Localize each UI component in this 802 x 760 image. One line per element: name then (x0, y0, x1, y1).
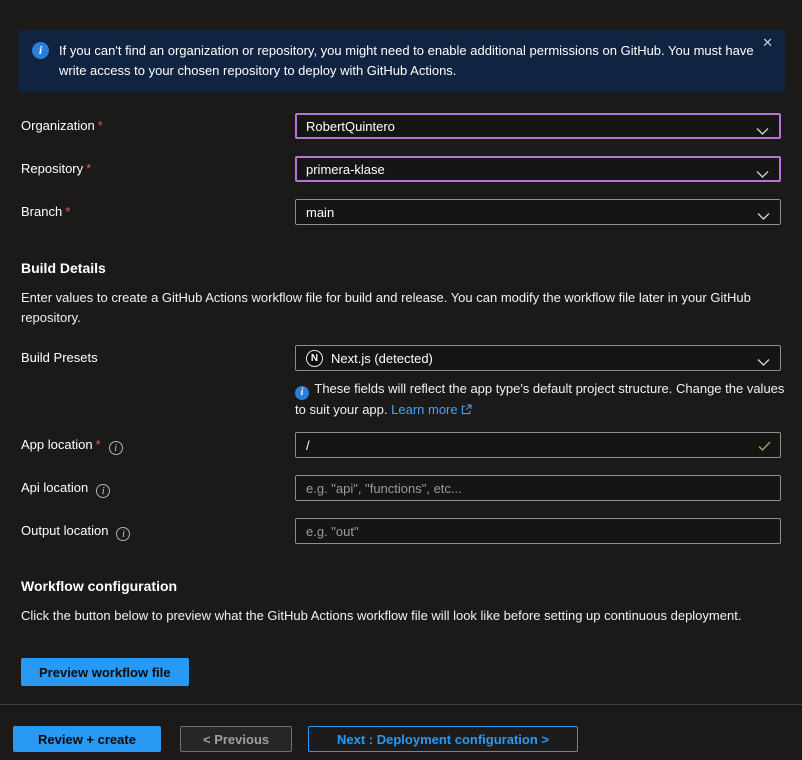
output-location-label-text: Output location (21, 523, 109, 538)
info-tooltip-icon[interactable]: i (116, 527, 131, 541)
repository-value: primera-klase (306, 161, 385, 177)
repository-row: Repository * primera-klase (21, 156, 781, 182)
repository-dropdown[interactable]: primera-klase (295, 156, 781, 182)
branch-label: Branch * (21, 199, 295, 225)
api-location-label-text: Api location (21, 480, 89, 495)
output-location-row: Output location i (21, 518, 781, 544)
chevron-down-icon (756, 167, 769, 182)
required-asterisk: * (95, 437, 101, 452)
required-asterisk: * (86, 161, 92, 176)
api-location-row: Api location i (21, 475, 781, 501)
organization-label: Organization * (21, 113, 295, 139)
organization-value: RobertQuintero (306, 118, 395, 134)
build-presets-dropdown[interactable]: N Next.js (detected) (295, 345, 781, 371)
chevron-down-icon (757, 355, 770, 370)
valid-check-icon (758, 440, 771, 455)
required-asterisk: * (97, 118, 103, 133)
review-create-button[interactable]: Review + create (13, 726, 161, 752)
repository-label: Repository * (21, 156, 295, 182)
app-location-label: App location * i (21, 432, 295, 458)
info-icon: i (32, 42, 49, 59)
build-presets-row: Build Presets N Next.js (detected) (21, 345, 781, 371)
app-location-field (295, 432, 781, 458)
branch-label-text: Branch (21, 204, 63, 219)
organization-dropdown[interactable]: RobertQuintero (295, 113, 781, 139)
info-tooltip-icon[interactable]: i (108, 441, 123, 455)
info-icon: i (295, 386, 309, 400)
presets-note-text: These fields will reflect the app type's… (295, 381, 785, 417)
app-location-input[interactable] (306, 433, 752, 457)
nextjs-icon: N (306, 349, 323, 367)
branch-dropdown[interactable]: main (295, 199, 781, 225)
build-details-heading: Build Details (21, 260, 106, 276)
build-details-description: Enter values to create a GitHub Actions … (21, 290, 751, 326)
previous-button[interactable]: < Previous (180, 726, 293, 752)
organization-row: Organization * RobertQuintero (21, 113, 781, 139)
api-location-label: Api location i (21, 475, 295, 501)
organization-label-text: Organization (21, 118, 95, 133)
workflow-configuration-description: Click the button below to preview what t… (21, 608, 742, 623)
branch-value: main (306, 204, 335, 220)
api-location-field (295, 475, 781, 501)
app-location-label-text: App location (21, 437, 93, 452)
footer-divider (0, 704, 802, 705)
app-location-row: App location * i (21, 432, 781, 458)
build-presets-value: Next.js (detected) (331, 350, 433, 366)
learn-more-link[interactable]: Learn more (391, 402, 457, 417)
chevron-down-icon (756, 124, 769, 139)
workflow-configuration-heading: Workflow configuration (21, 578, 178, 594)
banner-message: If you can't find an organization or rep… (59, 43, 754, 78)
output-location-field (295, 518, 781, 544)
api-location-input[interactable] (306, 476, 770, 500)
chevron-down-icon (757, 209, 770, 224)
next-deployment-configuration-button[interactable]: Next : Deployment configuration > (308, 726, 578, 752)
output-location-label: Output location i (21, 518, 295, 544)
external-link-icon (461, 401, 472, 421)
repository-label-text: Repository (21, 161, 84, 176)
info-tooltip-icon[interactable]: i (96, 484, 111, 498)
github-permissions-info-banner: i If you can't find an organization or r… (18, 30, 785, 92)
branch-row: Branch * main (21, 199, 781, 225)
required-asterisk: * (65, 204, 71, 219)
close-icon[interactable]: ✕ (762, 36, 773, 49)
output-location-input[interactable] (306, 519, 770, 543)
presets-note: i These fields will reflect the app type… (295, 379, 785, 421)
build-presets-label: Build Presets (21, 350, 98, 365)
preview-workflow-file-button[interactable]: Preview workflow file (21, 658, 189, 686)
